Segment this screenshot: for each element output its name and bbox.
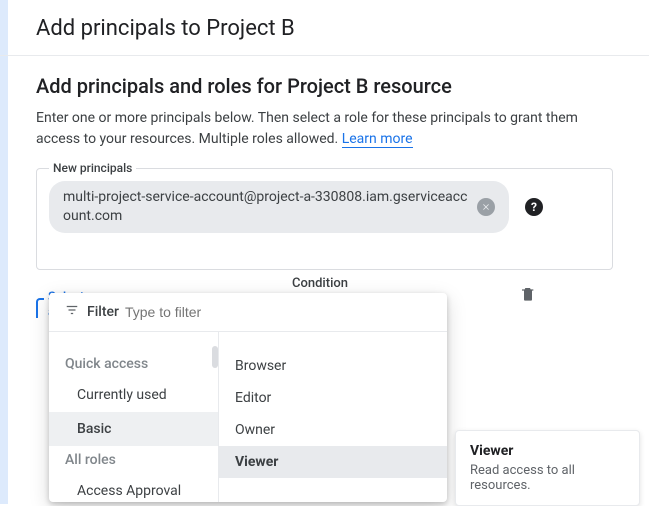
- tooltip-description: Read access to all resources.: [470, 463, 625, 493]
- category-section-all: All roles: [49, 446, 218, 474]
- dialog-title: Add principals to Project B: [36, 16, 613, 41]
- learn-more-link[interactable]: Learn more: [342, 131, 413, 148]
- filter-input[interactable]: [125, 304, 433, 320]
- role-tooltip: Viewer Read access to all resources.: [455, 430, 640, 506]
- condition-label: Condition: [292, 276, 348, 291]
- role-option[interactable]: Viewer: [219, 446, 447, 478]
- principal-chip[interactable]: multi-project-service-account@project-a-…: [49, 181, 509, 233]
- delete-role-icon[interactable]: [520, 285, 536, 307]
- filter-label: Filter: [87, 304, 119, 320]
- dialog-header: Add principals to Project B: [0, 0, 649, 56]
- role-option[interactable]: Browser: [219, 350, 447, 382]
- role-option[interactable]: Owner: [219, 414, 447, 446]
- category-item[interactable]: Access Approval: [49, 474, 218, 502]
- filter-bar: Filter: [49, 293, 447, 332]
- principals-label: New principals: [49, 161, 136, 175]
- filter-icon: [63, 303, 81, 321]
- principals-field[interactable]: New principals multi-project-service-acc…: [36, 168, 613, 270]
- category-item[interactable]: Currently used: [49, 378, 218, 412]
- section-title: Add principals and roles for Project B r…: [36, 74, 613, 98]
- dropdown-roles[interactable]: Browser Editor Owner Viewer: [219, 332, 447, 502]
- role-option[interactable]: Editor: [219, 382, 447, 414]
- category-section-quick: Quick access: [49, 350, 218, 378]
- category-item[interactable]: Basic: [49, 412, 218, 446]
- remove-chip-icon[interactable]: [477, 198, 495, 216]
- tooltip-title: Viewer: [470, 443, 625, 459]
- section-description: Enter one or more principals below. Then…: [36, 108, 613, 150]
- help-icon[interactable]: ?: [525, 198, 543, 216]
- dropdown-categories[interactable]: Quick access Currently used Basic All ro…: [49, 332, 219, 502]
- role-dropdown: Filter Quick access Currently used Basic…: [49, 293, 447, 502]
- principal-chip-text: multi-project-service-account@project-a-…: [63, 188, 469, 226]
